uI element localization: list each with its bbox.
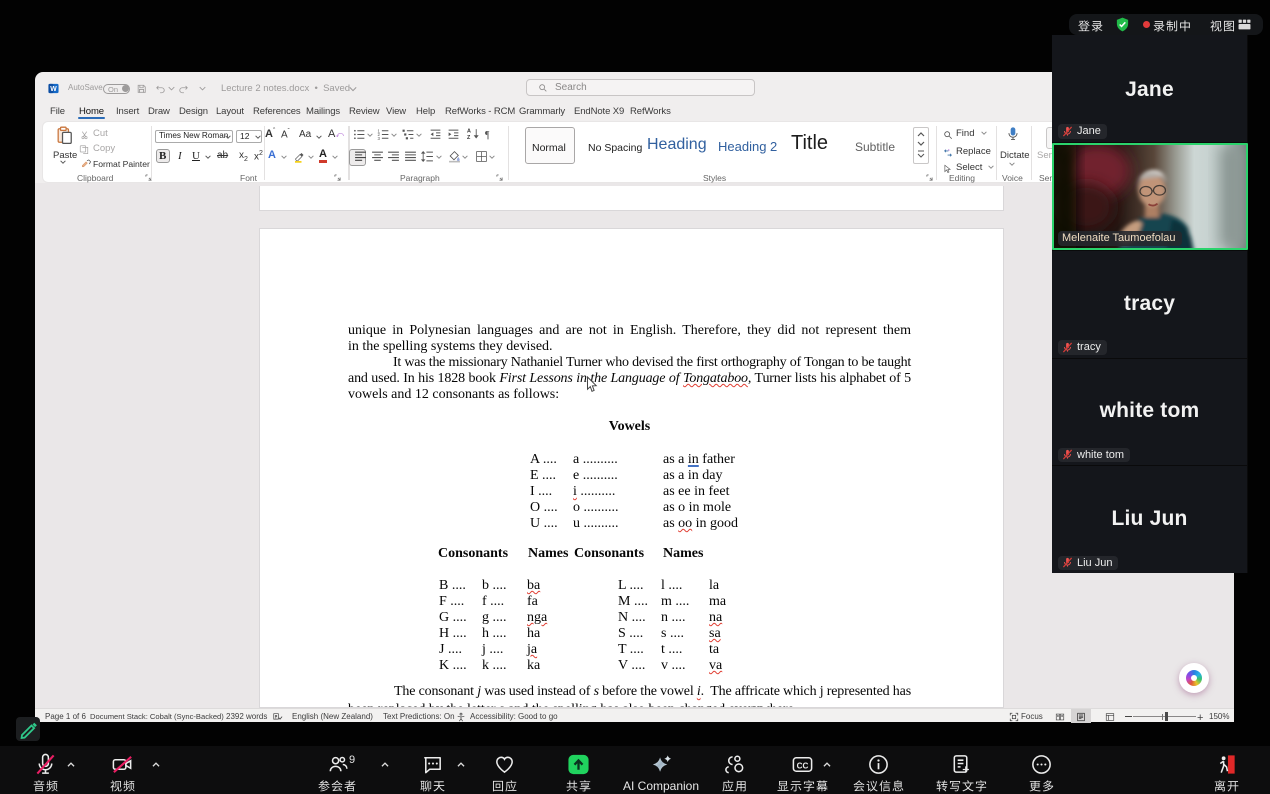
svg-text:W: W <box>50 86 57 93</box>
svg-text:3: 3 <box>378 136 381 141</box>
svg-text:CC: CC <box>796 761 808 770</box>
svg-text:¶: ¶ <box>485 130 490 141</box>
svg-text:Z: Z <box>467 135 471 140</box>
svg-text:A: A <box>467 128 471 134</box>
